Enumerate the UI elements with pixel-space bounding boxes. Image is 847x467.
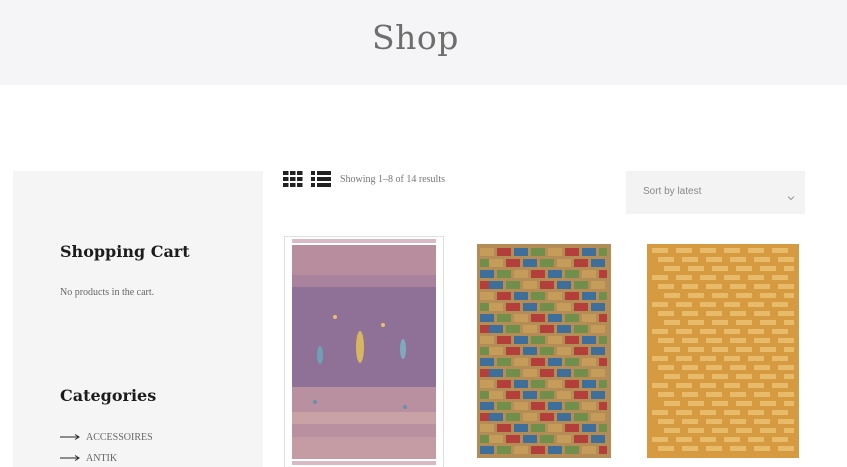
page-header: Shop xyxy=(0,0,847,85)
chevron-down-icon xyxy=(787,187,795,201)
product-card[interactable] xyxy=(644,236,804,467)
product-image-purple-rug xyxy=(285,237,443,467)
category-link-accessoires[interactable]: ACCESSOIRES xyxy=(60,432,153,443)
product-card[interactable] xyxy=(284,236,444,467)
product-image-golden-rug xyxy=(644,236,804,466)
list-view-icon[interactable] xyxy=(311,171,331,187)
sort-select[interactable]: Sort by latest xyxy=(626,171,805,214)
shopping-cart-title: Shopping Cart xyxy=(60,242,190,261)
category-label: ACCESSOIRES xyxy=(86,432,153,443)
category-label: ANTIK xyxy=(86,453,118,464)
category-link-antik[interactable]: ANTIK xyxy=(60,453,117,464)
product-image-brick-rug xyxy=(464,236,624,466)
sort-selected-value: Sort by latest xyxy=(643,186,702,197)
categories-title: Categories xyxy=(60,386,157,405)
grid-view-icon[interactable] xyxy=(283,171,303,187)
cart-empty-message: No products in the cart. xyxy=(60,287,155,298)
arrow-right-icon xyxy=(60,432,80,443)
arrow-right-icon xyxy=(60,453,80,464)
result-count: Showing 1–8 of 14 results xyxy=(340,174,445,185)
product-card[interactable] xyxy=(464,236,624,467)
page-title: Shop xyxy=(372,18,459,57)
sidebar: Shopping Cart No products in the cart. C… xyxy=(13,171,263,467)
